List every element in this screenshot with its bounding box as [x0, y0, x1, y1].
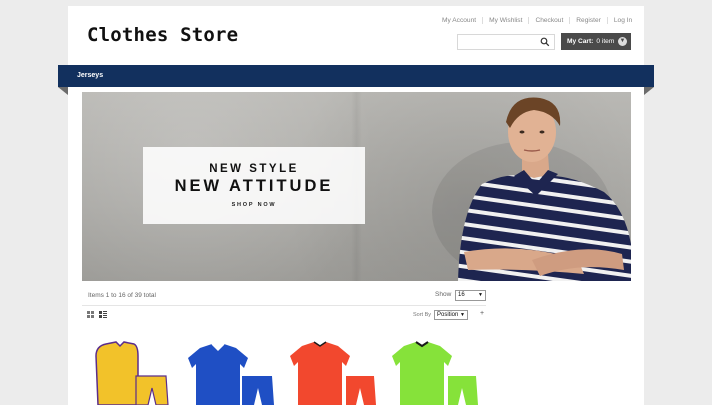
- jersey-kit-image: [290, 341, 376, 405]
- product-image[interactable]: [86, 336, 174, 405]
- products-toolbar: Items 1 to 16 of 39 total Show 16 ▼: [88, 290, 486, 304]
- jersey-kit-image: [95, 341, 169, 405]
- product-image[interactable]: [186, 336, 274, 405]
- model-photo: [432, 97, 631, 281]
- sort-by-label: Sort By: [413, 312, 432, 318]
- shop-now-link[interactable]: SHOP NOW: [143, 202, 365, 208]
- item-count: Items 1 to 16 of 39 total: [88, 292, 156, 299]
- my-wishlist-link[interactable]: My Wishlist: [482, 16, 528, 24]
- limiter-value: 16: [458, 292, 465, 298]
- limiter-select[interactable]: 16 ▼: [455, 290, 486, 301]
- toolbar-divider: [82, 305, 486, 306]
- my-account-link[interactable]: My Account: [436, 17, 482, 24]
- cart-button[interactable]: My Cart: 0 item ▼: [561, 33, 631, 50]
- ribbon-fold-right: [644, 87, 654, 95]
- promo-line-2: NEW ATTITUDE: [174, 177, 334, 195]
- jersey-kit-image: [392, 341, 478, 405]
- promo-line-1: NEW STYLE: [209, 163, 299, 175]
- nav-item-jerseys[interactable]: Jerseys: [77, 72, 103, 79]
- search-input[interactable]: [458, 39, 544, 54]
- sort-value: Position: [437, 312, 459, 318]
- search-box: [457, 34, 555, 54]
- checkout-link[interactable]: Checkout: [528, 16, 569, 24]
- top-links: My Account My Wishlist Checkout Register…: [436, 14, 638, 26]
- grid-view-icon[interactable]: [87, 311, 95, 318]
- sort-select[interactable]: Position ▼: [434, 310, 468, 320]
- hero-banner[interactable]: NEW STYLE NEW ATTITUDE SHOP NOW: [82, 92, 631, 281]
- product-image[interactable]: [288, 336, 376, 405]
- register-link[interactable]: Register: [569, 16, 607, 24]
- store-logo[interactable]: Clothes Store: [87, 24, 238, 46]
- log-in-link[interactable]: Log In: [606, 16, 638, 24]
- chevron-down-icon: ▼: [618, 37, 627, 46]
- main-nav: Jerseys: [58, 65, 654, 87]
- cart-count: 0 item: [596, 38, 615, 45]
- cart-label: My Cart:: [567, 38, 594, 45]
- dropdown-arrow-icon: ▼: [478, 292, 483, 298]
- dropdown-arrow-icon: ▼: [460, 312, 465, 318]
- sort-toolbar: Sort By Position ▼ +: [86, 309, 486, 321]
- ribbon-fold-left: [58, 87, 68, 95]
- jersey-kit-image: [188, 343, 274, 405]
- search-icon[interactable]: [540, 37, 550, 47]
- sort-direction-button[interactable]: +: [480, 310, 484, 317]
- promo-box: NEW STYLE NEW ATTITUDE SHOP NOW: [143, 147, 365, 224]
- product-image[interactable]: [390, 336, 478, 405]
- show-label: Show: [435, 291, 452, 298]
- list-view-icon[interactable]: [99, 311, 107, 318]
